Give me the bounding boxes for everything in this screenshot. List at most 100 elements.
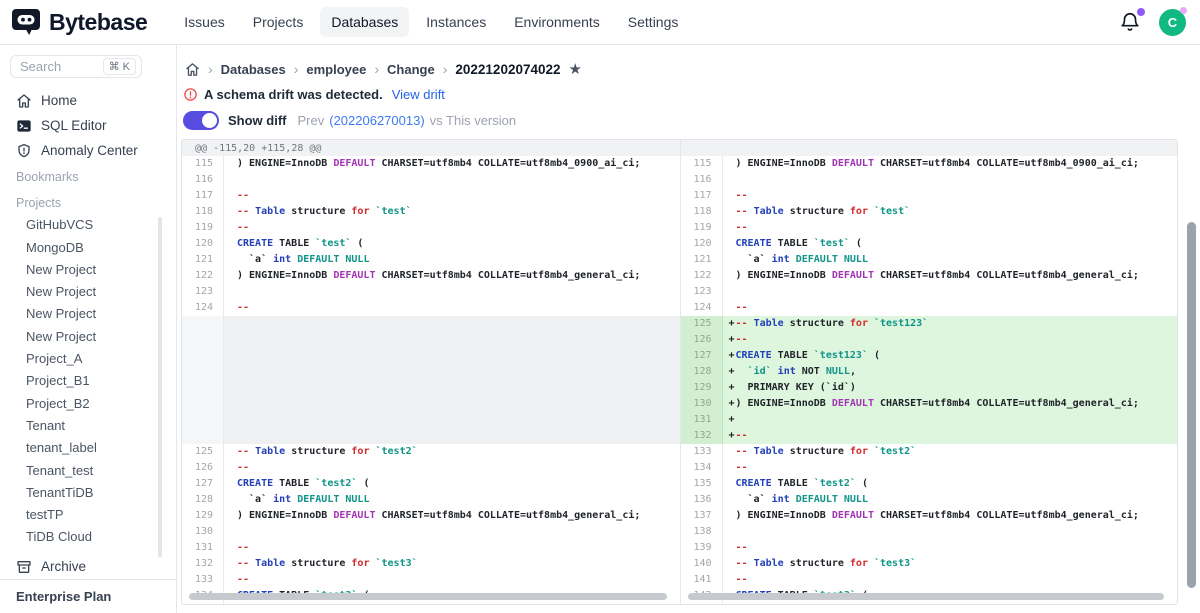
nav-settings[interactable]: Settings [617,7,690,37]
shield-exclamation-icon [16,143,32,159]
line-number: 116 [681,172,723,188]
diff-prefix [723,492,736,508]
diff-prefix [723,236,736,252]
code-text: -- Table structure for `test` [736,204,911,220]
sidebar-project-item[interactable]: New Project [0,325,176,347]
diff-line: 116 [182,172,680,188]
sidebar-project-item[interactable]: Tenant [0,414,176,436]
horizontal-scrollbar[interactable] [688,593,1165,600]
diff-prefix [224,508,237,524]
line-number: 127 [681,348,723,364]
search-input[interactable]: Search ⌘ K [10,55,142,78]
breadcrumb-separator: › [443,61,448,77]
user-avatar[interactable]: C [1159,9,1186,36]
sidebar-project-item[interactable]: tenant_label [0,437,176,459]
notifications-button[interactable] [1119,11,1141,33]
code-text: `a` int DEFAULT NULL [237,252,369,268]
diff-prefix [723,476,736,492]
diff-prefix [224,492,237,508]
line-number: 125 [681,316,723,332]
main-content: ›Databases›employee›Change›2022120207402… [177,45,1200,613]
breadcrumb-item[interactable]: Databases [221,62,286,77]
nav-databases[interactable]: Databases [320,7,409,37]
diff-line: 137) ENGINE=InnoDB DEFAULT CHARSET=utf8m… [681,508,1178,524]
breadcrumb-item[interactable]: Change [387,62,435,77]
code-text: -- Table structure for `test` [237,204,412,220]
sidebar-project-item[interactable]: Project_B1 [0,370,176,392]
line-number: 117 [182,188,224,204]
line-number: 122 [681,268,723,284]
code-text: `a` int DEFAULT NULL [736,492,868,508]
diff-line: 140-- Table structure for `test3` [681,556,1178,572]
line-number: 124 [681,300,723,316]
nav-projects[interactable]: Projects [242,7,315,37]
diff-line: 123 [182,284,680,300]
sidebar-project-item[interactable]: TiDB Cloud [0,526,176,548]
page-scrollbar[interactable] [1187,222,1196,588]
diff-line: 127CREATE TABLE `test2` ( [182,476,680,492]
line-number: 140 [681,556,723,572]
line-number: 115 [182,156,224,172]
sidebar-project-item[interactable]: Tenant_test [0,459,176,481]
nav-issues[interactable]: Issues [173,7,235,37]
diff-line: 119-- [182,220,680,236]
diff-pane-previous: @@ -115,20 +115,28 @@115 ) ENGINE=InnoDB … [182,140,680,604]
sidebar-item-anomaly-center[interactable]: Anomaly Center [0,138,176,163]
sidebar-item-home[interactable]: Home [0,88,176,113]
code-text: -- [736,428,748,444]
schema-diff-panel: @@ -115,20 +115,28 @@115) ENGINE=InnoDB … [181,139,1178,605]
code-text: -- [237,188,249,204]
diff-line: 138 [681,524,1178,540]
nav-environments[interactable]: Environments [503,7,611,37]
sidebar-project-item[interactable]: GitHubVCS [0,214,176,236]
bookmark-star-icon[interactable]: ★ [569,60,582,78]
code-text: -- Table structure for `test123` [736,316,929,332]
sidebar-project-item[interactable]: TenantTiDB [0,481,176,503]
diff-line: 121 `a` int DEFAULT NULL [681,252,1178,268]
breadcrumb-separator: › [208,61,213,77]
line-number: 131 [182,540,224,556]
sidebar-project-item[interactable]: New Project [0,303,176,325]
sidebar-project-item[interactable]: Project_A [0,347,176,369]
code-text: -- [736,540,748,556]
diff-prefix [224,524,237,540]
sidebar-project-item[interactable]: MongoDB [0,236,176,258]
breadcrumb-home-icon[interactable] [185,62,200,77]
diff-prefix: + [723,428,736,444]
sidebar-scrollbar[interactable] [158,217,162,557]
sidebar-project-item[interactable]: Project_B2 [0,392,176,414]
line-number: 121 [182,252,224,268]
nav-instances[interactable]: Instances [415,7,497,37]
view-drift-link[interactable]: View drift [392,87,445,102]
diff-prefix [224,540,237,556]
line-number: 130 [681,396,723,412]
horizontal-scrollbar[interactable] [189,593,667,600]
sidebar-project-item[interactable]: New Project [0,281,176,303]
code-text: ) ENGINE=InnoDB DEFAULT CHARSET=utf8mb4 … [237,156,640,172]
diff-pane-current: 115) ENGINE=InnoDB DEFAULT CHARSET=utf8m… [680,140,1178,604]
breadcrumb-item[interactable]: employee [306,62,366,77]
schema-drift-alert: A schema drift was detected. View drift [183,85,1178,103]
sidebar-project-item[interactable]: testTP [0,503,176,525]
main-nav: IssuesProjectsDatabasesInstancesEnvironm… [173,7,689,37]
diff-line: 122) ENGINE=InnoDB DEFAULT CHARSET=utf8m… [182,268,680,284]
diff-hunk-header: @@ -115,20 +115,28 @@ [182,140,680,156]
line-number: 120 [182,236,224,252]
line-number: 120 [681,236,723,252]
diff-line: 118-- Table structure for `test` [681,204,1178,220]
sidebar-item-archive[interactable]: Archive [0,554,176,579]
sidebar-item-sql-editor[interactable]: SQL Editor [0,113,176,138]
archive-icon [16,559,32,575]
bytebase-logo[interactable]: Bytebase [10,6,147,38]
show-diff-toggle[interactable] [183,111,219,130]
show-diff-label: Show diff [228,113,287,128]
code-text: -- [736,332,748,348]
sidebar-project-item[interactable]: New Project [0,258,176,280]
diff-line: 136 `a` int DEFAULT NULL [681,492,1178,508]
prev-version-link[interactable]: (202206270013) [329,113,424,128]
diff-prefix [723,460,736,476]
diff-prefix [224,252,237,268]
breadcrumb-item[interactable]: 20221202074022 [455,62,560,77]
plan-badge: Enterprise Plan [0,579,176,613]
diff-prefix [224,444,237,460]
